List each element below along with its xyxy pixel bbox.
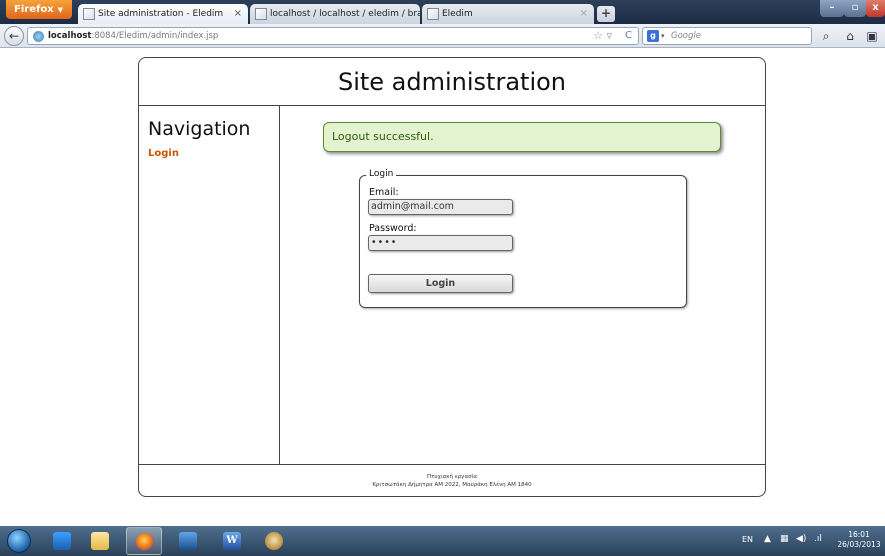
login-button[interactable]: Login bbox=[368, 274, 513, 293]
bookmark-star-icon[interactable]: ☆ ▿ bbox=[593, 28, 612, 44]
taskbar-virtualbox[interactable] bbox=[170, 527, 206, 555]
address-bar[interactable]: localhost:8084/Eledim/admin/index.jsp ☆ … bbox=[27, 27, 639, 45]
language-indicator[interactable]: EN bbox=[742, 535, 753, 544]
chevron-down-icon: ▼ bbox=[57, 6, 64, 14]
back-arrow-icon: ← bbox=[8, 29, 20, 43]
browser-titlebar: Firefox ▼ Site administration - Eledim × … bbox=[0, 0, 885, 24]
sidebar-item-login[interactable]: Login bbox=[148, 148, 179, 159]
taskbar-firefox[interactable] bbox=[126, 527, 162, 555]
windows-taskbar: W EN ▲ ▦ ◀) .ıl 16:01 26/03/2013 bbox=[0, 526, 885, 556]
minimize-window-button[interactable]: – bbox=[820, 0, 844, 17]
clock-date: 26/03/2013 bbox=[837, 540, 881, 549]
search-engine-icon[interactable]: g bbox=[647, 30, 659, 42]
volume-icon[interactable]: ◀) bbox=[796, 534, 806, 544]
chevron-down-icon[interactable]: ▾ bbox=[661, 28, 665, 44]
sidebar: Navigation Login bbox=[139, 106, 280, 464]
search-placeholder: Google bbox=[671, 31, 701, 41]
firefox-icon bbox=[136, 533, 154, 551]
home-icon[interactable]: ⌂ bbox=[842, 28, 858, 44]
tab-title: Eledim bbox=[442, 9, 473, 19]
clock-time: 16:01 bbox=[848, 530, 870, 539]
page-favicon-icon bbox=[255, 8, 267, 20]
firefox-menu-label: Firefox bbox=[14, 4, 54, 15]
page-title: Site administration bbox=[139, 58, 765, 106]
email-field[interactable]: admin@mail.com bbox=[368, 199, 513, 215]
globe-icon bbox=[33, 31, 44, 42]
tab-title: localhost / localhost / eledim / branc..… bbox=[270, 9, 420, 19]
taskbar-word[interactable]: W bbox=[214, 527, 250, 555]
taskbar-paint[interactable] bbox=[256, 527, 292, 555]
url-host: localhost bbox=[48, 31, 92, 41]
footer-line-1: Πτυχιακή εργασία bbox=[426, 474, 478, 480]
back-button[interactable]: ← bbox=[4, 26, 24, 46]
close-tab-icon[interactable]: × bbox=[234, 4, 242, 24]
bookmarks-icon[interactable]: ▣ bbox=[864, 28, 880, 44]
new-tab-button[interactable]: + bbox=[597, 6, 615, 22]
url-path: :8084/Eledim/admin/index.jsp bbox=[91, 31, 219, 41]
tab-title: Site administration - Eledim bbox=[98, 9, 224, 19]
password-field[interactable]: •••• bbox=[368, 235, 513, 251]
page-favicon-icon bbox=[83, 8, 95, 20]
virtualbox-icon bbox=[179, 532, 197, 550]
paint-icon bbox=[265, 532, 283, 550]
start-button[interactable] bbox=[2, 527, 34, 555]
firefox-menu-button[interactable]: Firefox ▼ bbox=[6, 0, 72, 19]
email-label: Email: bbox=[369, 187, 399, 198]
maximize-window-button[interactable]: ▫ bbox=[844, 0, 866, 17]
signal-icon[interactable]: .ıl bbox=[814, 534, 822, 544]
login-legend: Login bbox=[366, 169, 397, 179]
screen: Firefox ▼ Site administration - Eledim × … bbox=[0, 0, 885, 556]
browser-navbar: ← localhost:8084/Eledim/admin/index.jsp … bbox=[0, 24, 885, 48]
show-hidden-icons-icon[interactable]: ▲ bbox=[764, 534, 771, 544]
media-player-icon bbox=[53, 532, 71, 550]
search-icon[interactable]: ⌕ bbox=[818, 28, 834, 44]
password-label: Password: bbox=[369, 223, 417, 234]
sidebar-title: Navigation bbox=[148, 118, 251, 140]
close-window-button[interactable]: x bbox=[866, 0, 885, 17]
taskbar-explorer[interactable] bbox=[82, 527, 118, 555]
search-input[interactable]: g ▾ Google bbox=[642, 27, 812, 45]
login-fieldset: Login Email: admin@mail.com Password: ••… bbox=[359, 169, 687, 308]
taskbar-media-player[interactable] bbox=[44, 527, 80, 555]
clock[interactable]: 16:01 26/03/2013 bbox=[834, 530, 884, 550]
tab-eledim[interactable]: Eledim × bbox=[422, 4, 594, 24]
tab-site-administration[interactable]: Site administration - Eledim × bbox=[78, 4, 248, 24]
word-icon: W bbox=[223, 532, 241, 550]
page-footer: Πτυχιακή εργασία Κριτσωτάκη Δήμητρα ΑΜ 2… bbox=[139, 464, 765, 496]
tab-phpmyadmin[interactable]: localhost / localhost / eledim / branc..… bbox=[250, 4, 420, 24]
reload-icon[interactable]: C bbox=[625, 28, 632, 44]
network-icon[interactable]: ▦ bbox=[780, 534, 789, 544]
logout-success-alert: Logout successful. bbox=[323, 122, 721, 152]
windows-logo-icon bbox=[7, 529, 31, 553]
page-favicon-icon bbox=[427, 8, 439, 20]
folder-icon bbox=[91, 532, 109, 550]
close-tab-icon[interactable]: × bbox=[580, 4, 588, 24]
footer-line-2: Κριτσωτάκη Δήμητρα ΑΜ 2022, Μαυράκη Ελέν… bbox=[372, 482, 532, 488]
